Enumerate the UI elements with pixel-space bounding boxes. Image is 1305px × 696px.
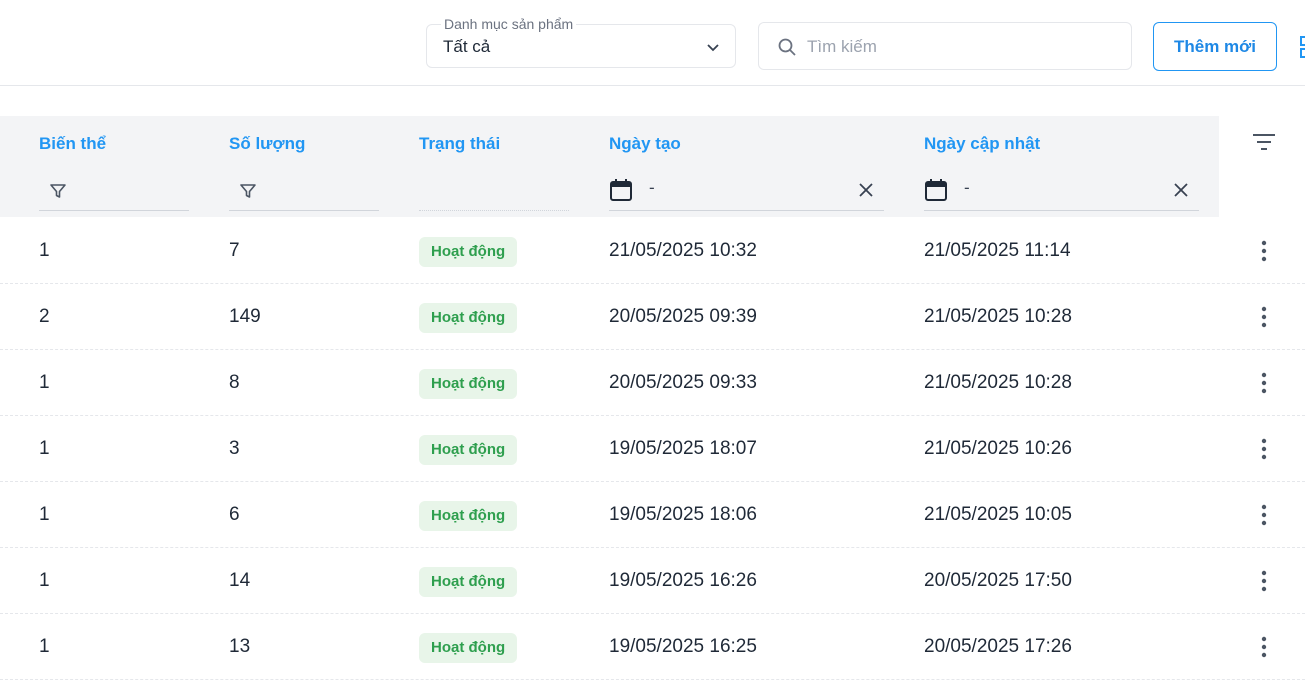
updated-date-range: - <box>964 178 970 197</box>
updated-cell: 20/05/2025 17:26 <box>924 636 1072 657</box>
search-icon <box>778 38 796 56</box>
table-row[interactable]: 1 7 Hoạt động 21/05/2025 10:32 21/05/202… <box>0 218 1305 284</box>
category-select[interactable]: Danh mục sản phẩm Tất cả <box>426 16 736 68</box>
table-row[interactable]: 1 8 Hoạt động 20/05/2025 09:33 21/05/202… <box>0 350 1305 416</box>
close-icon[interactable] <box>856 180 876 200</box>
table-row[interactable]: 1 14 Hoạt động 19/05/2025 16:26 20/05/20… <box>0 548 1305 614</box>
updated-cell: 21/05/2025 10:28 <box>924 306 1072 327</box>
quantity-cell: 14 <box>229 570 251 591</box>
created-cell: 20/05/2025 09:39 <box>609 306 757 327</box>
quantity-cell: 6 <box>229 504 240 525</box>
grid-icon[interactable] <box>1299 36 1305 58</box>
variant-cell: 1 <box>39 372 50 393</box>
updated-cell: 21/05/2025 11:14 <box>924 240 1071 261</box>
funnel-icon[interactable] <box>49 182 67 200</box>
more-vertical-icon[interactable] <box>1252 569 1276 593</box>
variant-cell: 1 <box>39 504 50 525</box>
variant-cell: 1 <box>39 570 50 591</box>
updated-cell: 20/05/2025 17:50 <box>924 570 1072 591</box>
quantity-cell: 8 <box>229 372 240 393</box>
header-status[interactable]: Trạng thái <box>419 134 500 154</box>
created-cell: 20/05/2025 09:33 <box>609 372 757 393</box>
quantity-cell: 7 <box>229 240 240 261</box>
created-cell: 19/05/2025 18:07 <box>609 438 757 459</box>
header-quantity[interactable]: Số lượng <box>229 134 305 154</box>
funnel-icon[interactable] <box>239 182 257 200</box>
quantity-cell: 3 <box>229 438 240 459</box>
header-updated[interactable]: Ngày cập nhật <box>924 134 1040 154</box>
quantity-cell: 13 <box>229 636 251 657</box>
table-row[interactable]: 1 3 Hoạt động 19/05/2025 18:07 21/05/202… <box>0 416 1305 482</box>
toolbar: Danh mục sản phẩm Tất cả Thêm mới <box>0 0 1305 86</box>
category-label: Danh mục sản phẩm <box>441 16 577 32</box>
updated-date-filter[interactable]: - <box>924 172 1199 211</box>
category-value: Tất cả <box>443 37 491 56</box>
quantity-cell: 149 <box>229 306 261 327</box>
more-vertical-icon[interactable] <box>1252 305 1276 329</box>
status-badge: Hoạt động <box>419 501 518 531</box>
calendar-icon[interactable] <box>609 178 633 202</box>
created-cell: 19/05/2025 18:06 <box>609 504 757 525</box>
created-date-filter[interactable]: - <box>609 172 884 211</box>
updated-cell: 21/05/2025 10:05 <box>924 504 1072 525</box>
calendar-icon[interactable] <box>924 178 948 202</box>
table-row[interactable]: 1 6 Hoạt động 19/05/2025 18:06 21/05/202… <box>0 482 1305 548</box>
updated-cell: 21/05/2025 10:28 <box>924 372 1072 393</box>
header-variant[interactable]: Biến thể <box>39 134 106 154</box>
table-row[interactable]: 1 13 Hoạt động 19/05/2025 16:25 20/05/20… <box>0 614 1305 680</box>
table-row[interactable]: 2 149 Hoạt động 20/05/2025 09:39 21/05/2… <box>0 284 1305 350</box>
variant-filter[interactable] <box>39 172 189 211</box>
status-filter[interactable] <box>419 172 569 211</box>
more-vertical-icon[interactable] <box>1252 503 1276 527</box>
variant-cell: 2 <box>39 306 50 327</box>
more-vertical-icon[interactable] <box>1252 635 1276 659</box>
header-created[interactable]: Ngày tạo <box>609 134 681 154</box>
status-badge: Hoạt động <box>419 567 518 597</box>
variant-cell: 1 <box>39 240 50 261</box>
created-date-range: - <box>649 178 655 197</box>
filter-list-icon[interactable] <box>1251 130 1277 154</box>
more-vertical-icon[interactable] <box>1252 239 1276 263</box>
created-cell: 21/05/2025 10:32 <box>609 240 757 261</box>
search-box <box>758 22 1132 71</box>
quantity-filter[interactable] <box>229 172 379 211</box>
variant-cell: 1 <box>39 636 50 657</box>
chevron-down-icon[interactable] <box>705 39 721 55</box>
status-badge: Hoạt động <box>419 237 518 267</box>
status-badge: Hoạt động <box>419 435 518 465</box>
search-input[interactable] <box>805 23 1119 71</box>
variant-cell: 1 <box>39 438 50 459</box>
table-header: Biến thể Số lượng Trạng thái Ngày tạo Ng… <box>0 116 1219 217</box>
close-icon[interactable] <box>1171 180 1191 200</box>
created-cell: 19/05/2025 16:26 <box>609 570 757 591</box>
add-new-button[interactable]: Thêm mới <box>1153 22 1277 71</box>
updated-cell: 21/05/2025 10:26 <box>924 438 1072 459</box>
created-cell: 19/05/2025 16:25 <box>609 636 757 657</box>
more-vertical-icon[interactable] <box>1252 437 1276 461</box>
status-badge: Hoạt động <box>419 633 518 663</box>
status-badge: Hoạt động <box>419 369 518 399</box>
more-vertical-icon[interactable] <box>1252 371 1276 395</box>
status-badge: Hoạt động <box>419 303 518 333</box>
